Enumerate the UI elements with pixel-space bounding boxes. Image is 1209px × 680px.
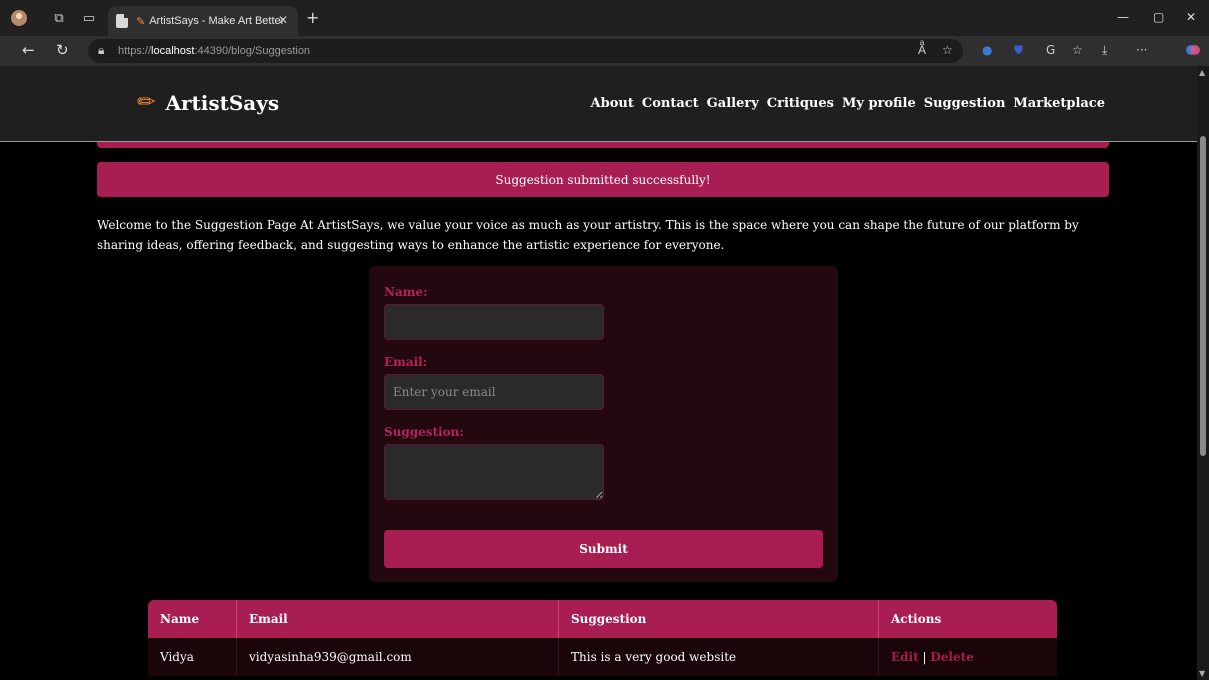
- address-bar[interactable]: 🔒︎ https://localhost:44390/blog/Suggesti…: [88, 39, 963, 63]
- table-header-row: Name Email Suggestion Actions: [148, 600, 1057, 638]
- pencil-icon: ✏: [137, 90, 156, 115]
- close-window-icon[interactable]: ✕: [1186, 10, 1196, 24]
- col-header-actions: Actions: [879, 600, 1057, 638]
- email-input[interactable]: [384, 374, 604, 410]
- favorites-icon[interactable]: ☆: [1072, 43, 1083, 57]
- minimize-icon[interactable]: —: [1117, 10, 1129, 24]
- email-label: Email:: [384, 355, 428, 369]
- col-header-email: Email: [237, 600, 559, 638]
- nav-gallery[interactable]: Gallery: [707, 96, 759, 111]
- nav-contact[interactable]: Contact: [642, 96, 699, 111]
- downloads-icon[interactable]: ⤓: [1102, 43, 1107, 58]
- pencil-icon: ✎: [136, 15, 146, 28]
- profile-icon[interactable]: [10, 9, 28, 27]
- brand[interactable]: ✏ ArtistSays: [137, 90, 279, 115]
- delete-link[interactable]: Delete: [930, 650, 973, 664]
- nav-suggestion[interactable]: Suggestion: [924, 96, 1006, 111]
- success-alert: Suggestion submitted successfully!: [97, 162, 1109, 197]
- scroll-down-icon[interactable]: ▼: [1199, 669, 1205, 678]
- name-label: Name:: [384, 285, 428, 299]
- extension-icon[interactable]: ●: [982, 43, 992, 57]
- back-icon[interactable]: ←: [22, 41, 35, 59]
- tab-actions-icon[interactable]: ▭: [80, 9, 98, 27]
- nav-my-profile[interactable]: My profile: [842, 96, 916, 111]
- tab-title: ArtistSays - Make Art Better: [149, 15, 285, 27]
- collections-icon[interactable]: G: [1046, 43, 1055, 57]
- edit-link[interactable]: Edit: [891, 650, 919, 664]
- col-header-name: Name: [148, 600, 237, 638]
- main-nav: About Contact Gallery Critiques My profi…: [591, 96, 1105, 111]
- suggestion-label: Suggestion:: [384, 425, 464, 439]
- lock-icon[interactable]: 🔒︎: [98, 43, 104, 58]
- workspaces-icon[interactable]: ⧉: [50, 9, 68, 27]
- brand-name: ArtistSays: [165, 90, 280, 115]
- suggestion-form: Name: Email: Suggestion: Submit: [369, 266, 838, 582]
- url-host: localhost: [151, 45, 195, 57]
- suggestion-textarea[interactable]: [384, 444, 604, 500]
- nav-critiques[interactable]: Critiques: [767, 96, 834, 111]
- close-icon[interactable]: ✕: [278, 13, 288, 27]
- submit-button[interactable]: Submit: [384, 530, 823, 568]
- scrollbar-thumb[interactable]: [1200, 136, 1206, 456]
- browser-titlebar: ⧉ ▭ ✎ ArtistSays - Make Art Better ✕ + —…: [0, 0, 1209, 36]
- page-icon: [116, 14, 128, 28]
- more-icon[interactable]: ···: [1136, 43, 1147, 57]
- restore-icon[interactable]: ▢: [1153, 10, 1164, 24]
- plus-icon[interactable]: +: [306, 8, 319, 27]
- name-input[interactable]: [384, 304, 604, 340]
- suggestions-table: Name Email Suggestion Actions Vidya vidy…: [148, 600, 1057, 676]
- url-path: :44390/blog/Suggestion: [194, 45, 311, 57]
- address-bar-row: ← ↻ 🔒︎ https://localhost:44390/blog/Sugg…: [0, 36, 1209, 66]
- cell-suggestion: This is a very good website: [559, 638, 879, 676]
- refresh-icon[interactable]: ↻: [56, 41, 69, 59]
- table-row: Vidya vidyasinha939@gmail.com This is a …: [148, 638, 1057, 676]
- action-separator: |: [922, 650, 927, 664]
- shield-icon[interactable]: ⛊: [1014, 43, 1023, 58]
- read-aloud-icon[interactable]: A͏ͣ: [918, 43, 926, 57]
- favorite-star-icon[interactable]: ☆: [942, 43, 953, 57]
- scroll-up-icon[interactable]: ▲: [1199, 68, 1205, 77]
- suggestions-table-wrap: Name Email Suggestion Actions Vidya vidy…: [148, 600, 1057, 676]
- url-scheme: https://: [118, 45, 152, 57]
- cell-email: vidyasinha939@gmail.com: [237, 638, 559, 676]
- cell-actions: Edit | Delete: [879, 638, 1057, 676]
- nav-marketplace[interactable]: Marketplace: [1013, 96, 1105, 111]
- site-header: ✏ ArtistSays About Contact Gallery Criti…: [0, 66, 1197, 142]
- intro-text: Welcome to the Suggestion Page At Artist…: [97, 218, 1079, 252]
- col-header-suggestion: Suggestion: [559, 600, 879, 638]
- page-scrollbar[interactable]: ▲ ▼: [1197, 66, 1209, 680]
- tab-active[interactable]: ✎ ArtistSays - Make Art Better ✕: [108, 6, 298, 36]
- cell-name: Vidya: [148, 638, 237, 676]
- accent-strip: [97, 142, 1109, 148]
- copilot-icon[interactable]: [1186, 43, 1200, 60]
- page-viewport: ✏ ArtistSays About Contact Gallery Criti…: [0, 66, 1197, 680]
- nav-about[interactable]: About: [591, 96, 634, 111]
